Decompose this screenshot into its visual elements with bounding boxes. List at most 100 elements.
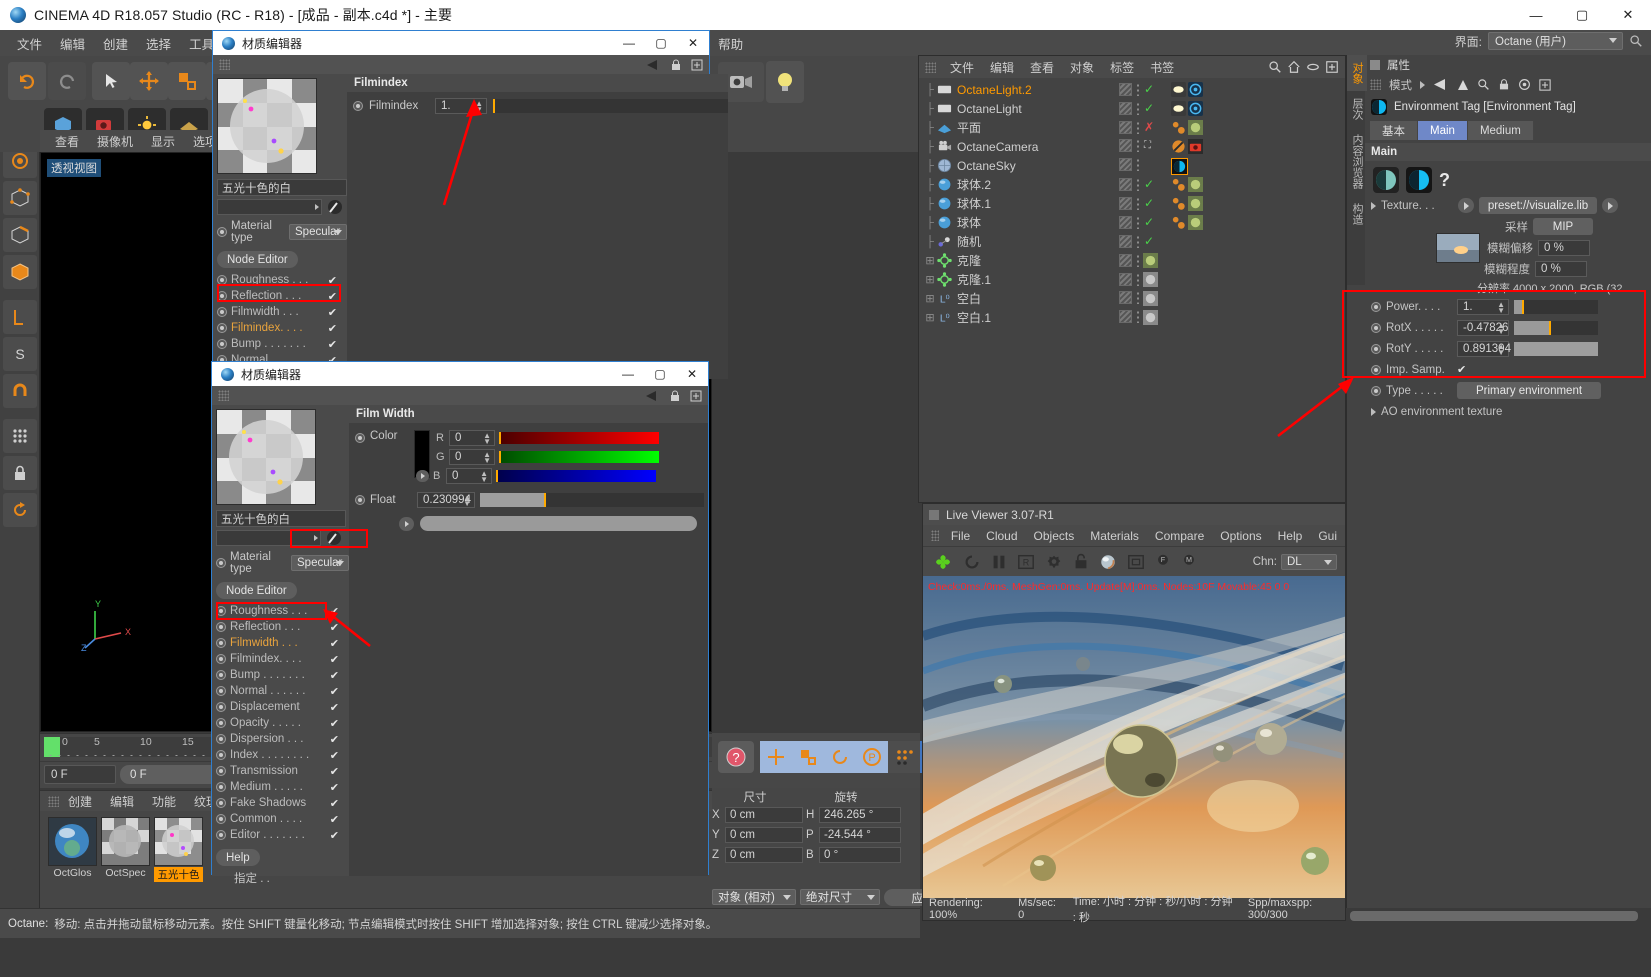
add-panel-icon[interactable] xyxy=(690,390,702,402)
check-icon[interactable]: ✔ xyxy=(330,653,339,666)
attribute-mode-label[interactable]: 模式 xyxy=(1389,77,1412,93)
object-row-octanelight[interactable]: ├ OctaneLight ✓ xyxy=(919,99,1345,118)
channel-selector-group[interactable]: Chn: DL xyxy=(1253,554,1345,570)
environment-tag-icon[interactable] xyxy=(1172,159,1187,174)
check-icon[interactable]: ✔ xyxy=(330,797,339,810)
panel-grip-icon[interactable] xyxy=(48,796,59,807)
radio-icon[interactable] xyxy=(216,718,226,728)
viewport-menu-camera[interactable]: 摄像机 xyxy=(88,131,142,152)
picker-icon[interactable] xyxy=(326,199,344,215)
add-panel-icon[interactable] xyxy=(691,59,703,71)
matmgr-menu-create[interactable]: 创建 xyxy=(59,791,101,812)
radio-icon[interactable] xyxy=(216,798,226,808)
material-thumbnail[interactable] xyxy=(101,817,150,866)
object-tags[interactable] xyxy=(1171,196,1203,211)
slider-handle[interactable] xyxy=(544,493,546,507)
float-slider[interactable] xyxy=(480,493,704,507)
menu-item-select[interactable]: 选择 xyxy=(137,31,180,56)
radio-icon[interactable] xyxy=(216,814,226,824)
visibility-dots-icon[interactable] xyxy=(1119,139,1132,152)
expand-toggle-icon[interactable] xyxy=(416,470,429,482)
viewport-menu-view[interactable]: 查看 xyxy=(46,131,88,152)
channel-transmission[interactable]: Transmission✔ xyxy=(216,763,349,779)
render-dots-icon[interactable] xyxy=(1136,310,1140,323)
radio-icon[interactable] xyxy=(216,702,226,712)
attr-tab-content-browser[interactable]: 内容浏览器 xyxy=(1347,127,1367,196)
radio-icon[interactable] xyxy=(217,339,227,349)
texture-menu-icon[interactable] xyxy=(1458,198,1474,213)
texture-tag-icon[interactable] xyxy=(1188,196,1203,211)
material-dots-tag-icon[interactable] xyxy=(1171,215,1186,230)
object-tags[interactable] xyxy=(1171,101,1203,116)
material-preview[interactable] xyxy=(216,409,316,505)
tool-measure[interactable] xyxy=(3,300,37,334)
ellipse-icon[interactable] xyxy=(1306,60,1320,74)
radio-icon[interactable] xyxy=(217,227,227,237)
focus-pin-icon[interactable]: F xyxy=(1155,553,1171,571)
menu-item-edit[interactable]: 编辑 xyxy=(51,31,94,56)
material-thumbnail[interactable] xyxy=(48,817,97,866)
radio-icon[interactable] xyxy=(355,495,365,505)
objmgr-menu-tags[interactable]: 标签 xyxy=(1102,57,1142,78)
channel-normal[interactable]: Normal . . . . . .✔ xyxy=(216,683,349,699)
check-icon[interactable]: ✔ xyxy=(330,765,339,778)
material-item[interactable]: OctGlos xyxy=(48,817,97,882)
spinner-icon[interactable]: ▲▼ xyxy=(1497,323,1505,335)
toolbar-scale-tool[interactable] xyxy=(168,62,206,100)
object-row-null[interactable]: ⊞ L⁰ 空白 xyxy=(919,289,1345,308)
check-icon[interactable]: ✓ xyxy=(1144,101,1154,115)
render-dots-icon[interactable] xyxy=(1136,158,1140,171)
expand-icon[interactable]: ⊞ xyxy=(923,254,937,267)
slider-handle[interactable] xyxy=(1549,321,1551,335)
octane-render-icon[interactable] xyxy=(933,552,953,572)
no-tag-icon[interactable] xyxy=(1171,139,1186,154)
object-row-null1[interactable]: ⊞ L⁰ 空白.1 xyxy=(919,308,1345,327)
radio-icon[interactable] xyxy=(216,638,226,648)
object-columns[interactable]: ⛶ xyxy=(1119,139,1151,152)
visibility-dots-icon[interactable] xyxy=(1119,83,1132,96)
matmgr-menu-function[interactable]: 功能 xyxy=(143,791,185,812)
attribute-tab-strip[interactable]: 基本 Main Medium xyxy=(1370,121,1651,140)
tool-edges-mode[interactable] xyxy=(3,218,37,252)
material-item[interactable]: OctSpec xyxy=(101,817,150,882)
tool-polygons-mode[interactable] xyxy=(3,255,37,289)
object-columns[interactable]: ✗ xyxy=(1119,120,1154,134)
roty-field[interactable]: 0.891304▲▼ xyxy=(1457,341,1509,357)
render-dots-icon[interactable] xyxy=(1136,216,1140,229)
panel-grip-icon[interactable] xyxy=(931,530,939,541)
axis-move-button[interactable] xyxy=(760,741,792,773)
camera-tag-icon[interactable] xyxy=(1188,139,1203,154)
channel-reflection[interactable]: Reflection . . .✔ xyxy=(217,288,347,304)
slider-handle[interactable] xyxy=(493,99,495,113)
check-icon[interactable]: ✔ xyxy=(328,274,337,287)
attr-tab-basic[interactable]: 基本 xyxy=(1370,121,1418,140)
panel-grip-icon[interactable] xyxy=(219,59,230,70)
texture-tag-icon[interactable] xyxy=(1143,253,1158,268)
channel-bump[interactable]: Bump . . . . . . .✔ xyxy=(217,336,347,352)
lv-menu-compare[interactable]: Compare xyxy=(1147,527,1212,545)
radio-icon[interactable] xyxy=(216,830,226,840)
tool-magnet[interactable] xyxy=(3,374,37,408)
home-icon[interactable] xyxy=(1287,60,1301,74)
check-icon[interactable]: ✔ xyxy=(328,290,337,303)
gray-material-tag-icon[interactable] xyxy=(1143,272,1158,287)
node-editor-button[interactable]: Node Editor xyxy=(216,582,297,599)
object-mode-dropdown[interactable]: 对象 (相对) xyxy=(712,889,796,905)
assign-label[interactable]: 指定 . . xyxy=(216,870,349,886)
object-tags[interactable] xyxy=(1171,215,1203,230)
object-tags[interactable] xyxy=(1143,253,1158,268)
material-item[interactable]: 五光十色 xyxy=(154,817,203,882)
check-icon[interactable]: ✓ xyxy=(1144,234,1154,248)
gray-material-tag-icon[interactable] xyxy=(1143,291,1158,306)
close-button[interactable]: ✕ xyxy=(1605,0,1651,30)
radio-icon[interactable] xyxy=(217,323,227,333)
channel-fake-shadows[interactable]: Fake Shadows✔ xyxy=(216,795,349,811)
slider-handle[interactable] xyxy=(499,432,501,444)
lv-menu-options[interactable]: Options xyxy=(1212,527,1269,545)
target-tag-icon[interactable] xyxy=(1188,82,1203,97)
window-controls[interactable]: — ▢ ✕ xyxy=(1513,0,1651,30)
texture-extra-icon[interactable] xyxy=(1602,198,1618,213)
env-color-mode-icon[interactable] xyxy=(1406,167,1432,193)
channel-filmindex[interactable]: Filmindex. . . .✔ xyxy=(216,651,349,667)
visibility-dots-icon[interactable] xyxy=(1119,291,1132,304)
